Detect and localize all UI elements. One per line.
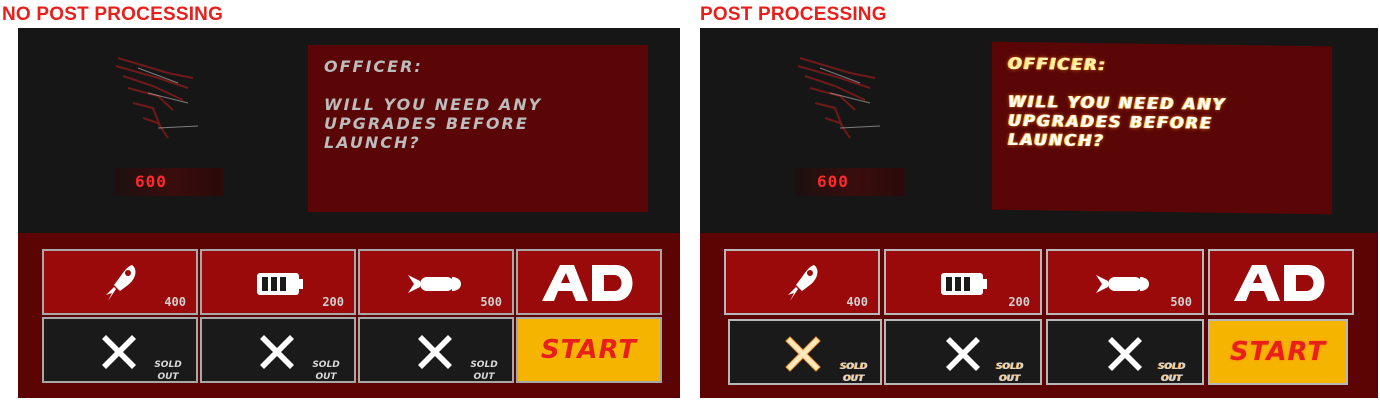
upgrade-missile-price: 500: [480, 295, 502, 309]
ad-logo-icon: [1234, 265, 1325, 301]
ad-logo-icon: [542, 265, 633, 301]
upgrade-shop: 400 200 500 SOLD OUT SOLD OUT SOLD OUT S…: [18, 233, 680, 398]
ad-button[interactable]: [516, 249, 662, 315]
officer-dialog: OFFICER: WILL YOU NEED ANY UPGRADES BEFO…: [992, 41, 1332, 215]
start-label: START: [540, 335, 638, 365]
rocket-icon: [106, 265, 136, 301]
sold-out-label: SOLD OUT: [470, 360, 498, 382]
ship-icon: [797, 57, 881, 139]
upgrade-rocket-button[interactable]: 400: [42, 249, 198, 315]
close-icon: [946, 337, 980, 371]
credits-value: 600: [135, 172, 167, 191]
upgrade-battery-button[interactable]: 200: [200, 249, 356, 315]
close-icon: [785, 336, 821, 372]
sold-out-slot-1: SOLD OUT: [42, 317, 198, 383]
close-icon: [1108, 337, 1142, 371]
game-screen-no-post-processing: 600 OFFICER: WILL YOU NEED ANY UPGRADES …: [18, 28, 680, 398]
dialog-message: WILL YOU NEED ANY UPGRADES BEFORE LAUNCH…: [1008, 91, 1227, 151]
sold-out-slot-3: SOLD OUT: [1046, 319, 1204, 385]
sold-out-slot-1: SOLD OUT: [728, 319, 882, 385]
sold-out-label: SOLD OUT: [996, 362, 1024, 384]
dialog-speaker: OFFICER:: [1008, 53, 1107, 75]
sold-out-label: SOLD OUT: [840, 362, 868, 384]
missile-icon: [408, 275, 461, 293]
upgrade-rocket-price: 400: [846, 295, 868, 309]
close-icon: [102, 335, 136, 369]
battery-icon: [257, 273, 303, 295]
upgrade-rocket-price: 400: [164, 295, 186, 309]
ad-button[interactable]: [1208, 249, 1354, 315]
sold-out-slot-2: SOLD OUT: [200, 317, 356, 383]
upgrade-battery-button[interactable]: 200: [884, 249, 1042, 315]
credits-display: 600: [113, 168, 223, 196]
credits-value: 600: [817, 172, 849, 191]
close-icon: [418, 335, 452, 369]
credits-display: 600: [795, 168, 905, 196]
ship-icon: [115, 57, 199, 139]
upgrade-missile-price: 500: [1170, 295, 1192, 309]
upgrade-battery-price: 200: [1008, 295, 1030, 309]
upgrade-battery-price: 200: [322, 295, 344, 309]
start-button[interactable]: START: [516, 317, 662, 383]
close-icon: [260, 335, 294, 369]
start-button[interactable]: START: [1208, 319, 1348, 385]
start-label: START: [1229, 337, 1327, 367]
game-screen-post-processing: 600 OFFICER: WILL YOU NEED ANY UPGRADES …: [700, 28, 1378, 398]
sold-out-label: SOLD OUT: [312, 360, 340, 382]
upgrade-rocket-button[interactable]: 400: [724, 249, 880, 315]
battery-icon: [941, 273, 987, 295]
upgrade-shop: 400 200 500 SOLD OUT SOLD OUT SOLD OUT S…: [700, 233, 1378, 398]
rocket-icon: [788, 265, 818, 301]
sold-out-label: SOLD OUT: [154, 360, 182, 382]
sold-out-label: SOLD OUT: [1158, 362, 1186, 384]
upgrade-missile-button[interactable]: 500: [1046, 249, 1204, 315]
sold-out-slot-2: SOLD OUT: [884, 319, 1042, 385]
dialog-message: WILL YOU NEED ANY UPGRADES BEFORE LAUNCH…: [324, 95, 543, 152]
sold-out-slot-3: SOLD OUT: [358, 317, 514, 383]
upgrade-missile-button[interactable]: 500: [358, 249, 514, 315]
caption-post-processing: POST PROCESSING: [700, 4, 887, 25]
missile-icon: [1096, 275, 1149, 293]
caption-no-post-processing: NO POST PROCESSING: [2, 4, 224, 25]
officer-dialog: OFFICER: WILL YOU NEED ANY UPGRADES BEFO…: [308, 45, 648, 212]
dialog-speaker: OFFICER:: [324, 57, 423, 76]
